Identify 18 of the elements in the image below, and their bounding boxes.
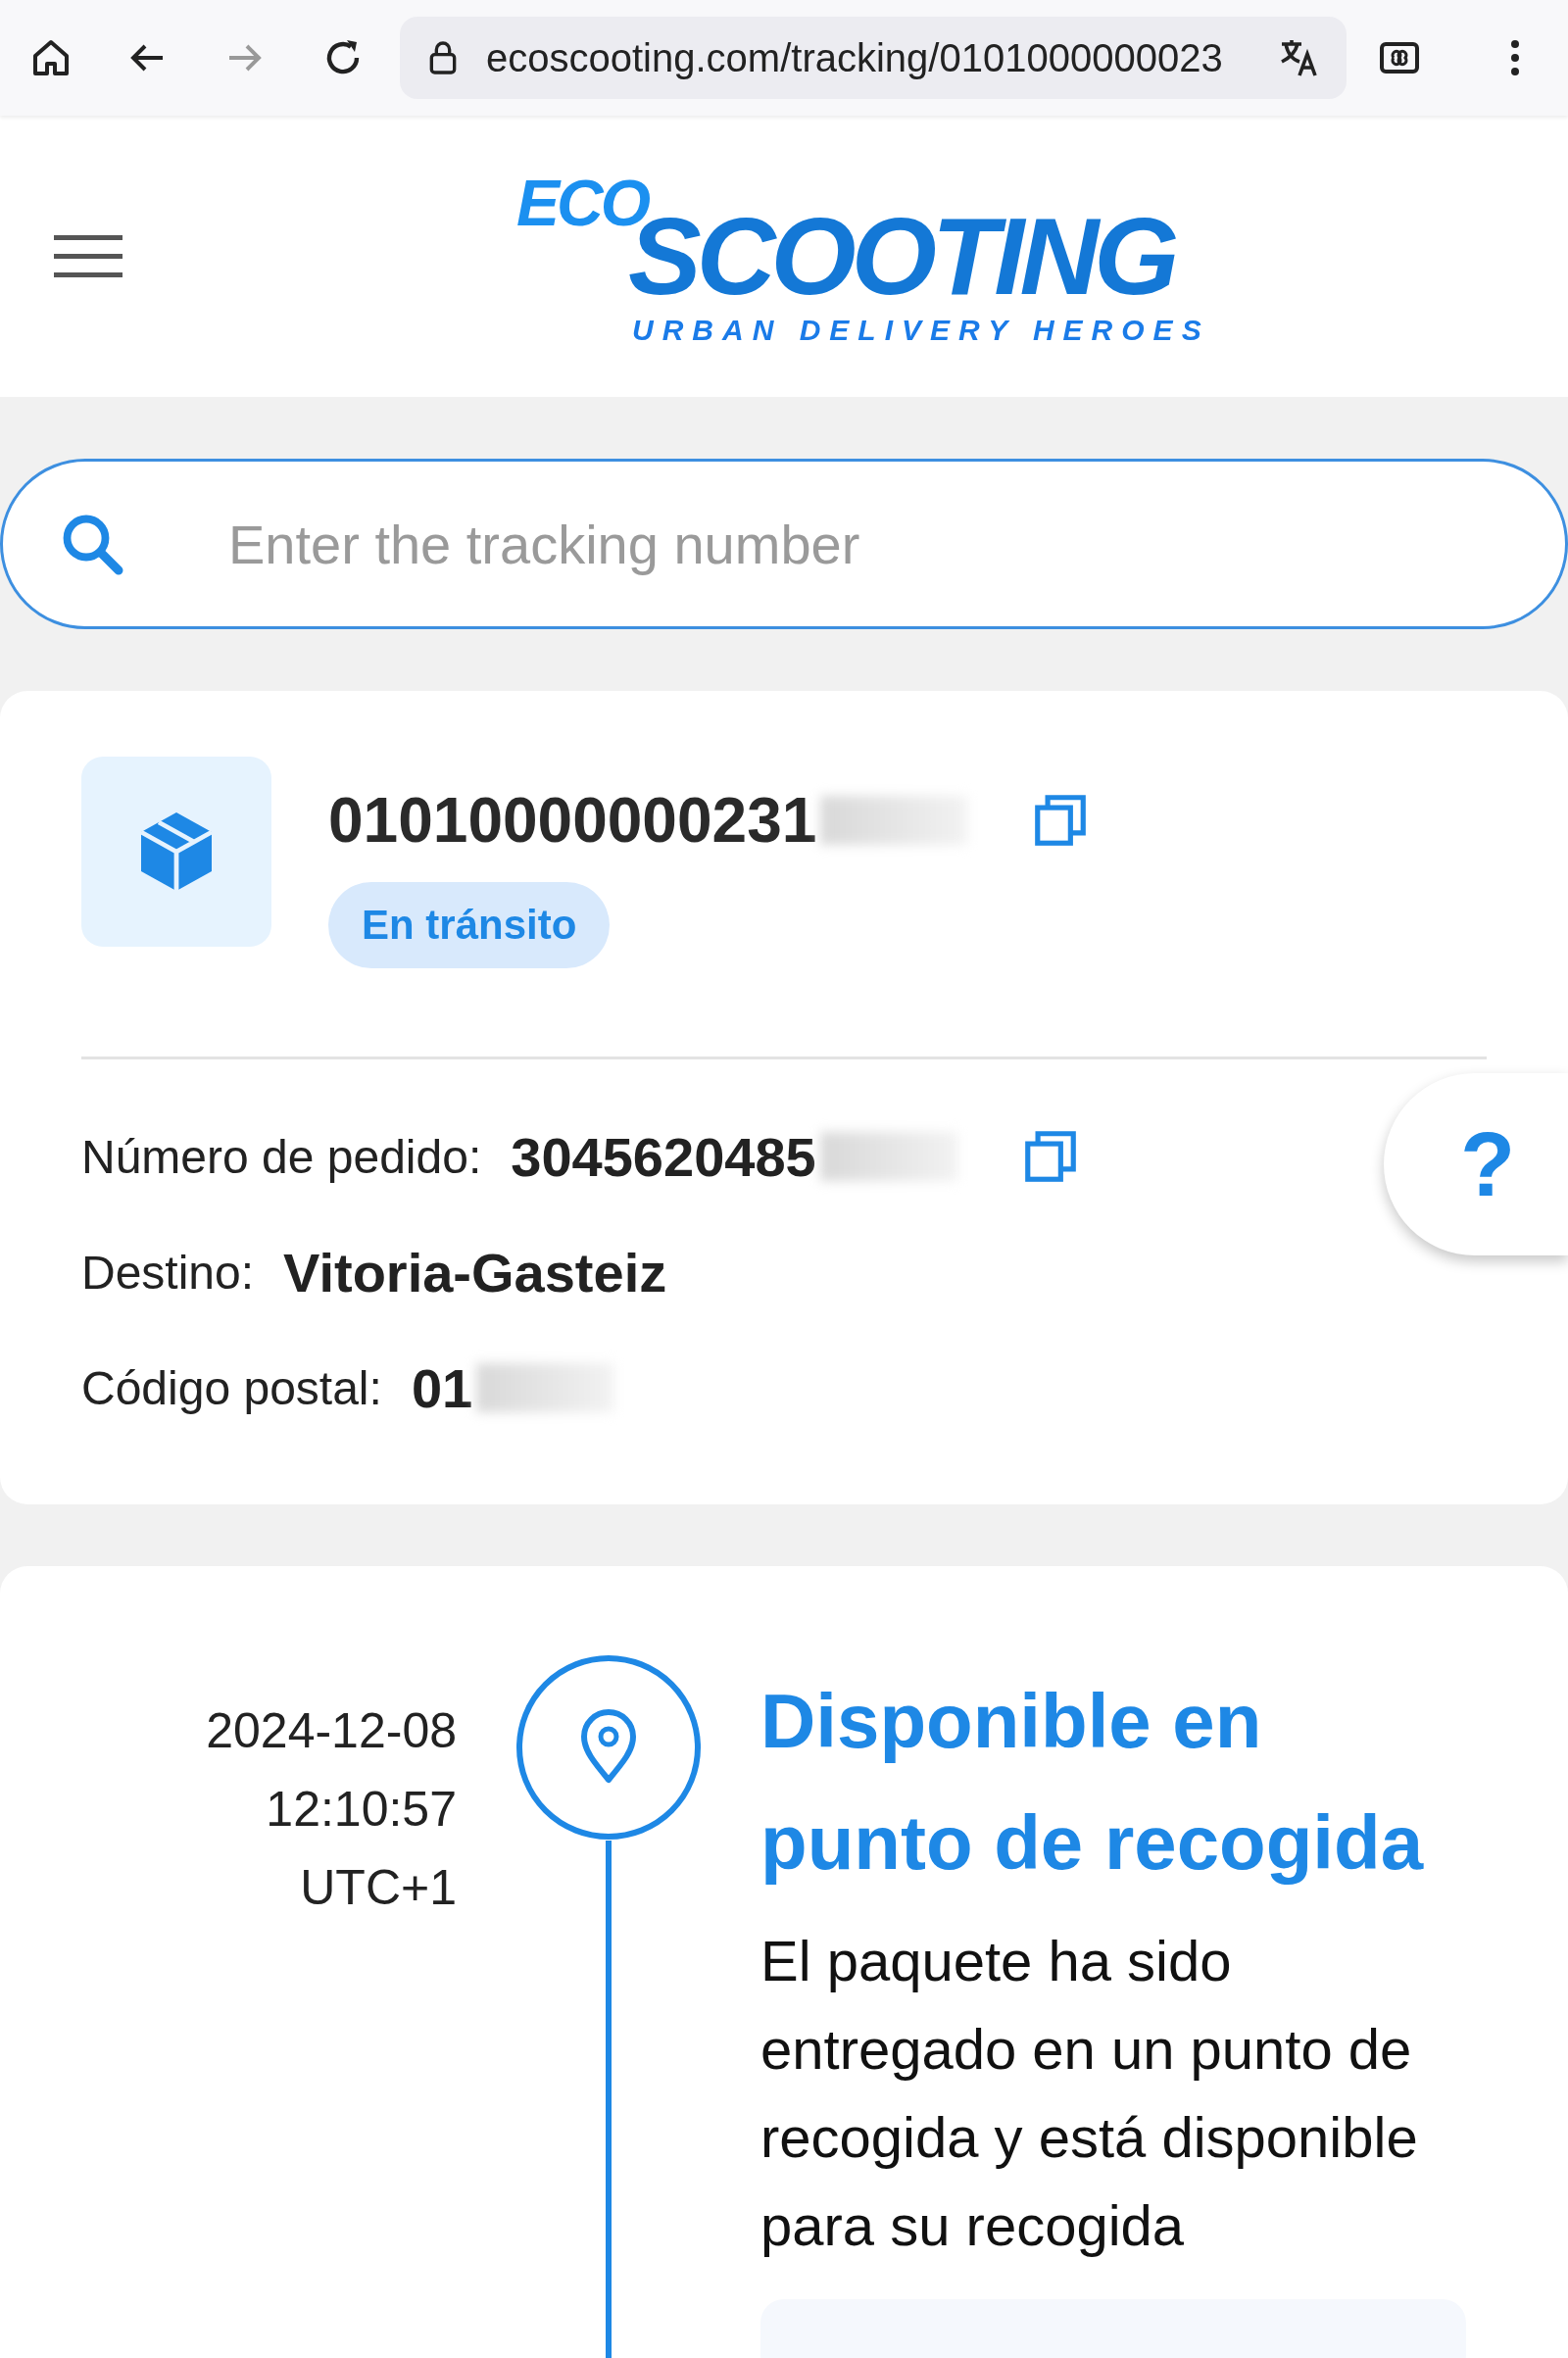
field-value: Vitoria-Gasteiz [283, 1240, 667, 1304]
search-field[interactable]: Enter the tracking number [0, 459, 1568, 629]
field-value: 01 [411, 1355, 473, 1420]
status-badge: En tránsito [328, 882, 611, 968]
event-date: 2024-12-08 [206, 1702, 457, 1760]
field-label: Destino: [81, 1245, 255, 1300]
field-label: Número de pedido: [81, 1129, 482, 1184]
tracking-number: 01010000000231 [328, 784, 817, 857]
field-label: Código postal: [81, 1360, 382, 1415]
address-bar[interactable]: ecoscooting.com/tracking/0101000000023 [400, 17, 1347, 99]
event-title: Disponible en punto de recogida [760, 1677, 1425, 1888]
field-value: 3045620485 [511, 1124, 816, 1189]
event-timezone: UTC+1 [300, 1859, 457, 1917]
package-icon [81, 757, 271, 947]
event-description: El paquete ha sido entregado en un punto de recogida y está disponible para su recogida [760, 1928, 1419, 2259]
menu-icon[interactable] [54, 232, 122, 280]
event-time: 12:10:57 [266, 1781, 457, 1839]
help-button[interactable]: ? [1384, 1073, 1568, 1255]
